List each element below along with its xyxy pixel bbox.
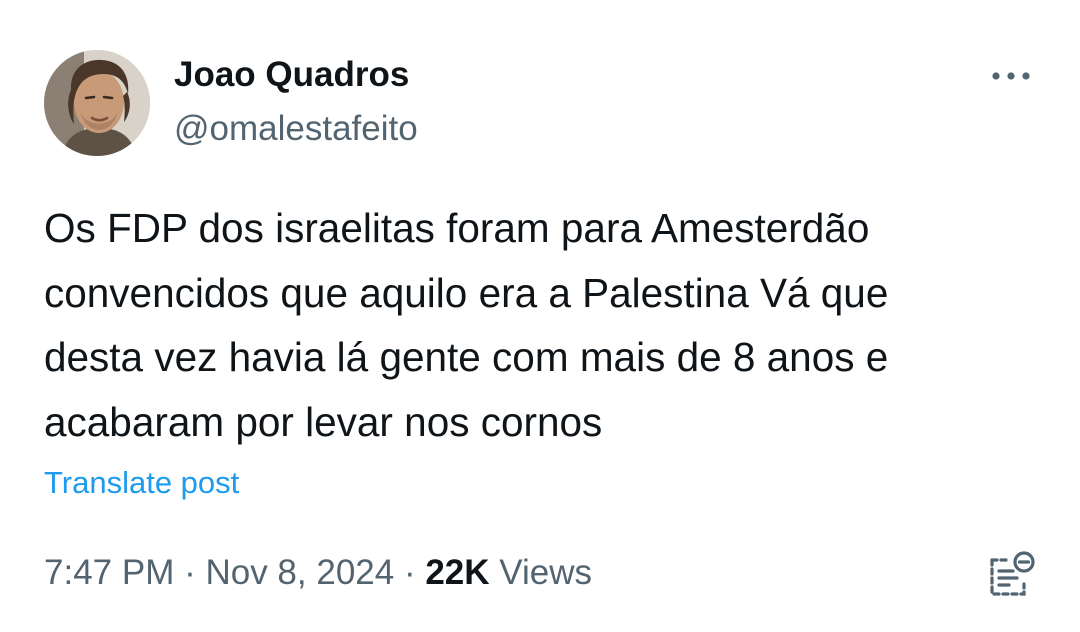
translate-post-link[interactable]: Translate post [44, 462, 239, 504]
more-horizontal-icon [992, 72, 1030, 80]
post-meta: 7:47 PM · Nov 8, 2024 · 22K Views [44, 550, 592, 596]
post-analytics-icon [990, 551, 1035, 596]
post-date[interactable]: Nov 8, 2024 [205, 553, 394, 592]
post-text-line: Os FDP dos israelitas foram para Amester… [44, 205, 870, 251]
post-time[interactable]: 7:47 PM [44, 553, 174, 592]
profile-photo [44, 50, 150, 156]
post-text-line: convencidos que aquilo era a Palestina V… [44, 269, 889, 316]
more-options-button[interactable] [984, 56, 1038, 96]
views-label[interactable]: Views [490, 553, 592, 592]
author-handle[interactable]: @omalestafeito [174, 106, 418, 152]
avatar[interactable] [44, 50, 150, 156]
post-text-line: desta vez havia lá gente com mais de 8 a… [44, 334, 889, 380]
post-analytics-button[interactable] [984, 546, 1040, 602]
views-count[interactable]: 22K [425, 553, 489, 592]
post-text-line: acabaram por levar nos cornos [44, 398, 603, 445]
author-name[interactable]: Joao Quadros [174, 52, 409, 98]
meta-separator: · [394, 553, 426, 592]
post-text: Os FDP dos israelitas foram para Amester… [44, 196, 1034, 454]
meta-separator: · [174, 553, 206, 592]
